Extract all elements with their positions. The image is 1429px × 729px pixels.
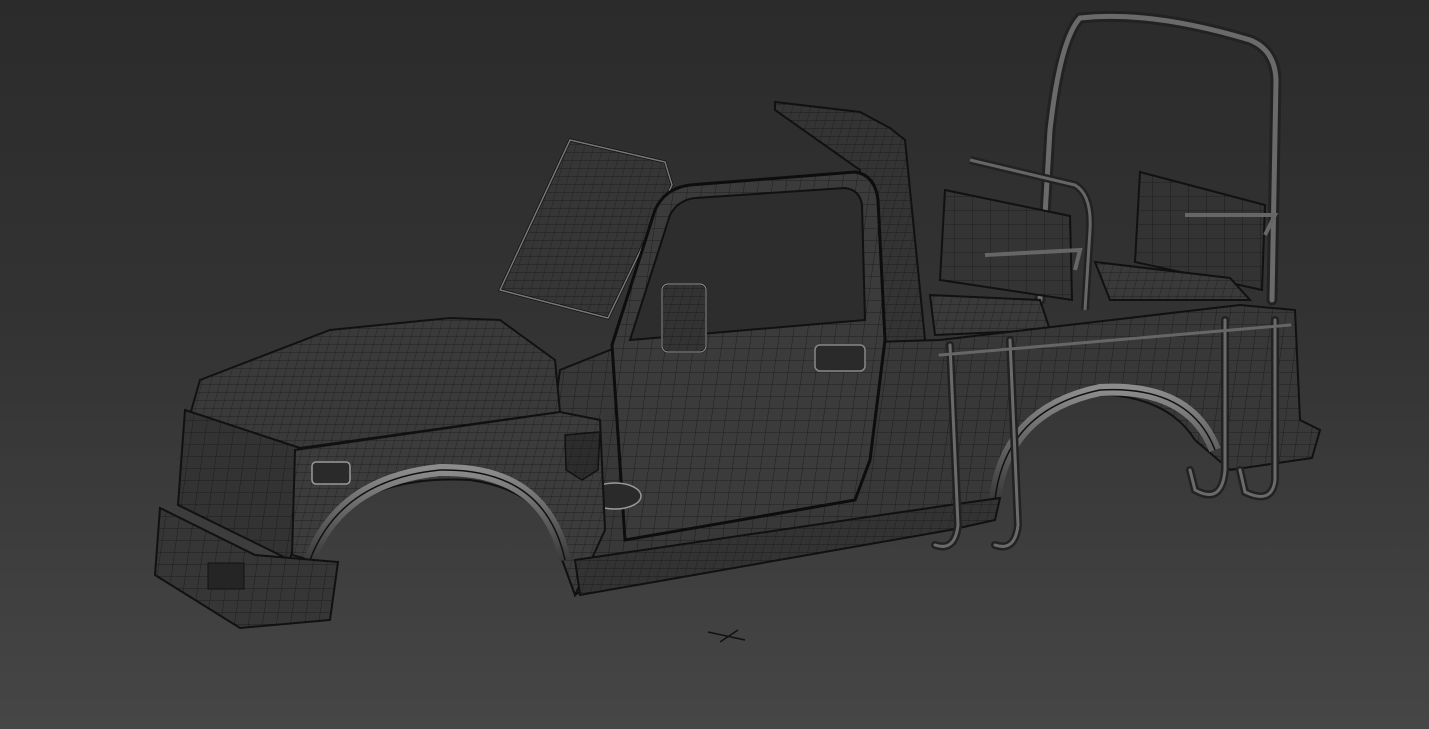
side-mirror: [661, 283, 707, 353]
jeep-wireframe-model: [153, 10, 1322, 643]
pivot-cross-icon: [707, 629, 746, 643]
rear-seat: [1093, 170, 1267, 301]
3d-viewport[interactable]: [0, 0, 1429, 729]
